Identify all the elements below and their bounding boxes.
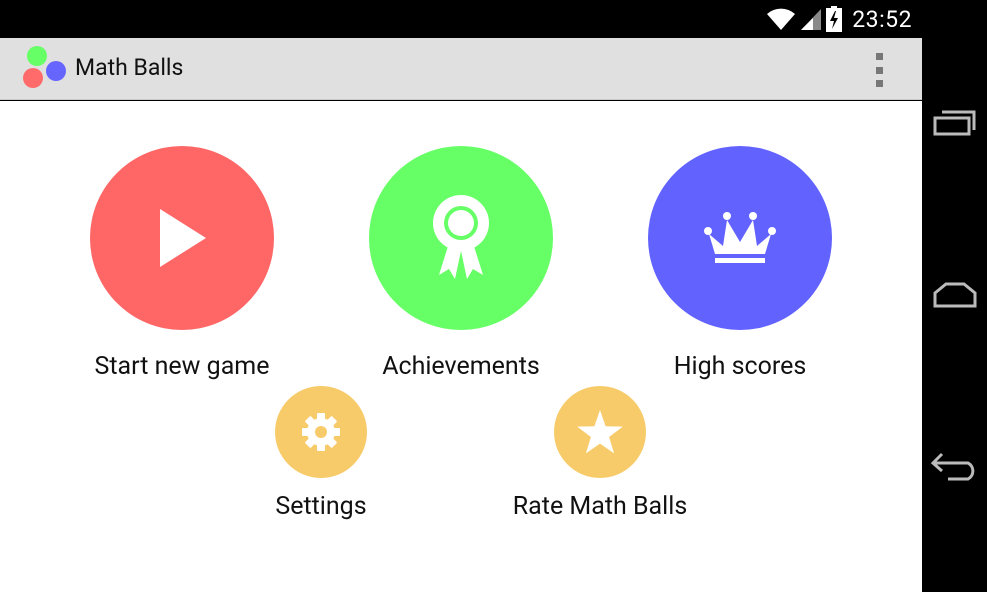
app-title: Math Balls (75, 54, 184, 81)
overflow-menu-button[interactable] (866, 50, 892, 90)
action-bar: Math Balls (0, 38, 922, 100)
back-button[interactable] (930, 446, 980, 486)
play-icon (160, 209, 206, 267)
battery-charging-icon (826, 6, 843, 32)
wifi-icon (767, 8, 796, 30)
achievements-circle[interactable] (369, 146, 553, 330)
status-time: 23:52 (852, 5, 912, 33)
logo-ball-blue (46, 61, 66, 81)
start-new-game-button[interactable]: Start new game (82, 146, 282, 381)
home-icon (933, 282, 977, 308)
achievements-label: Achievements (382, 352, 540, 381)
settings-circle[interactable] (275, 386, 367, 478)
high-scores-label: High scores (673, 352, 807, 381)
back-icon (930, 452, 975, 481)
award-ribbon-icon (433, 195, 489, 279)
settings-label: Settings (275, 492, 367, 521)
start-new-game-label: Start new game (94, 352, 270, 381)
rate-label: Rate Math Balls (512, 492, 688, 521)
recent-apps-button[interactable] (930, 103, 980, 143)
star-icon (577, 410, 623, 454)
logo-ball-red (23, 68, 43, 88)
overflow-menu-icon (875, 53, 883, 60)
recent-apps-icon (933, 110, 976, 136)
achievements-button[interactable]: Achievements (361, 146, 561, 381)
settings-button[interactable]: Settings (241, 386, 401, 521)
high-scores-circle[interactable] (648, 146, 832, 330)
status-icons: 23:52 (766, 5, 912, 33)
high-scores-button[interactable]: High scores (640, 146, 840, 381)
rate-circle[interactable] (554, 386, 646, 478)
status-bar: 23:52 (0, 0, 922, 38)
main-menu: Start new game Achievements High scores … (0, 101, 922, 592)
home-button[interactable] (930, 274, 980, 314)
gear-icon (302, 413, 340, 451)
start-new-game-circle[interactable] (90, 146, 274, 330)
navigation-bar (922, 0, 987, 592)
cell-signal-icon (801, 9, 822, 30)
crown-icon (704, 212, 776, 263)
rate-button[interactable]: Rate Math Balls (490, 386, 710, 521)
logo-ball-green (27, 46, 47, 66)
app-logo (20, 45, 70, 93)
